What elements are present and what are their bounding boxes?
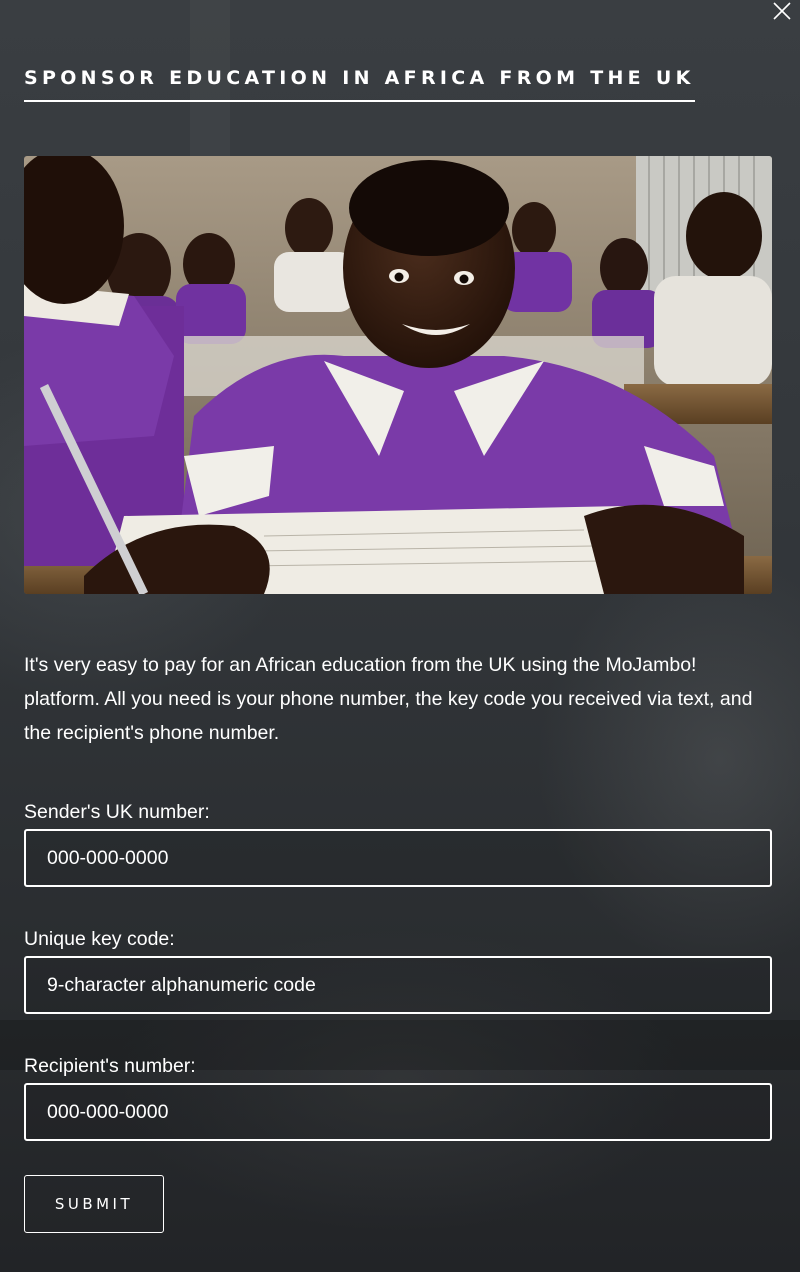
intro-text: It's very easy to pay for an African edu… xyxy=(24,654,753,744)
classroom-photo xyxy=(24,156,772,594)
title-underline: SPONSOR EDUCATION IN AFRICA FROM THE UK xyxy=(24,66,695,102)
close-icon xyxy=(773,2,791,20)
submit-button[interactable]: SUBMIT xyxy=(24,1175,164,1233)
recipient-number-input[interactable] xyxy=(24,1083,772,1141)
sender-number-label: Sender's UK number: xyxy=(24,801,210,823)
key-code-input[interactable] xyxy=(24,956,772,1014)
recipient-number-label: Recipient's number: xyxy=(24,1055,196,1077)
sender-number-input[interactable] xyxy=(24,829,772,887)
modal-content: SPONSOR EDUCATION IN AFRICA FROM THE UK xyxy=(24,0,772,1233)
key-code-label: Unique key code: xyxy=(24,928,175,950)
page-title: SPONSOR EDUCATION IN AFRICA FROM THE UK xyxy=(24,67,695,89)
close-button[interactable] xyxy=(770,0,794,24)
